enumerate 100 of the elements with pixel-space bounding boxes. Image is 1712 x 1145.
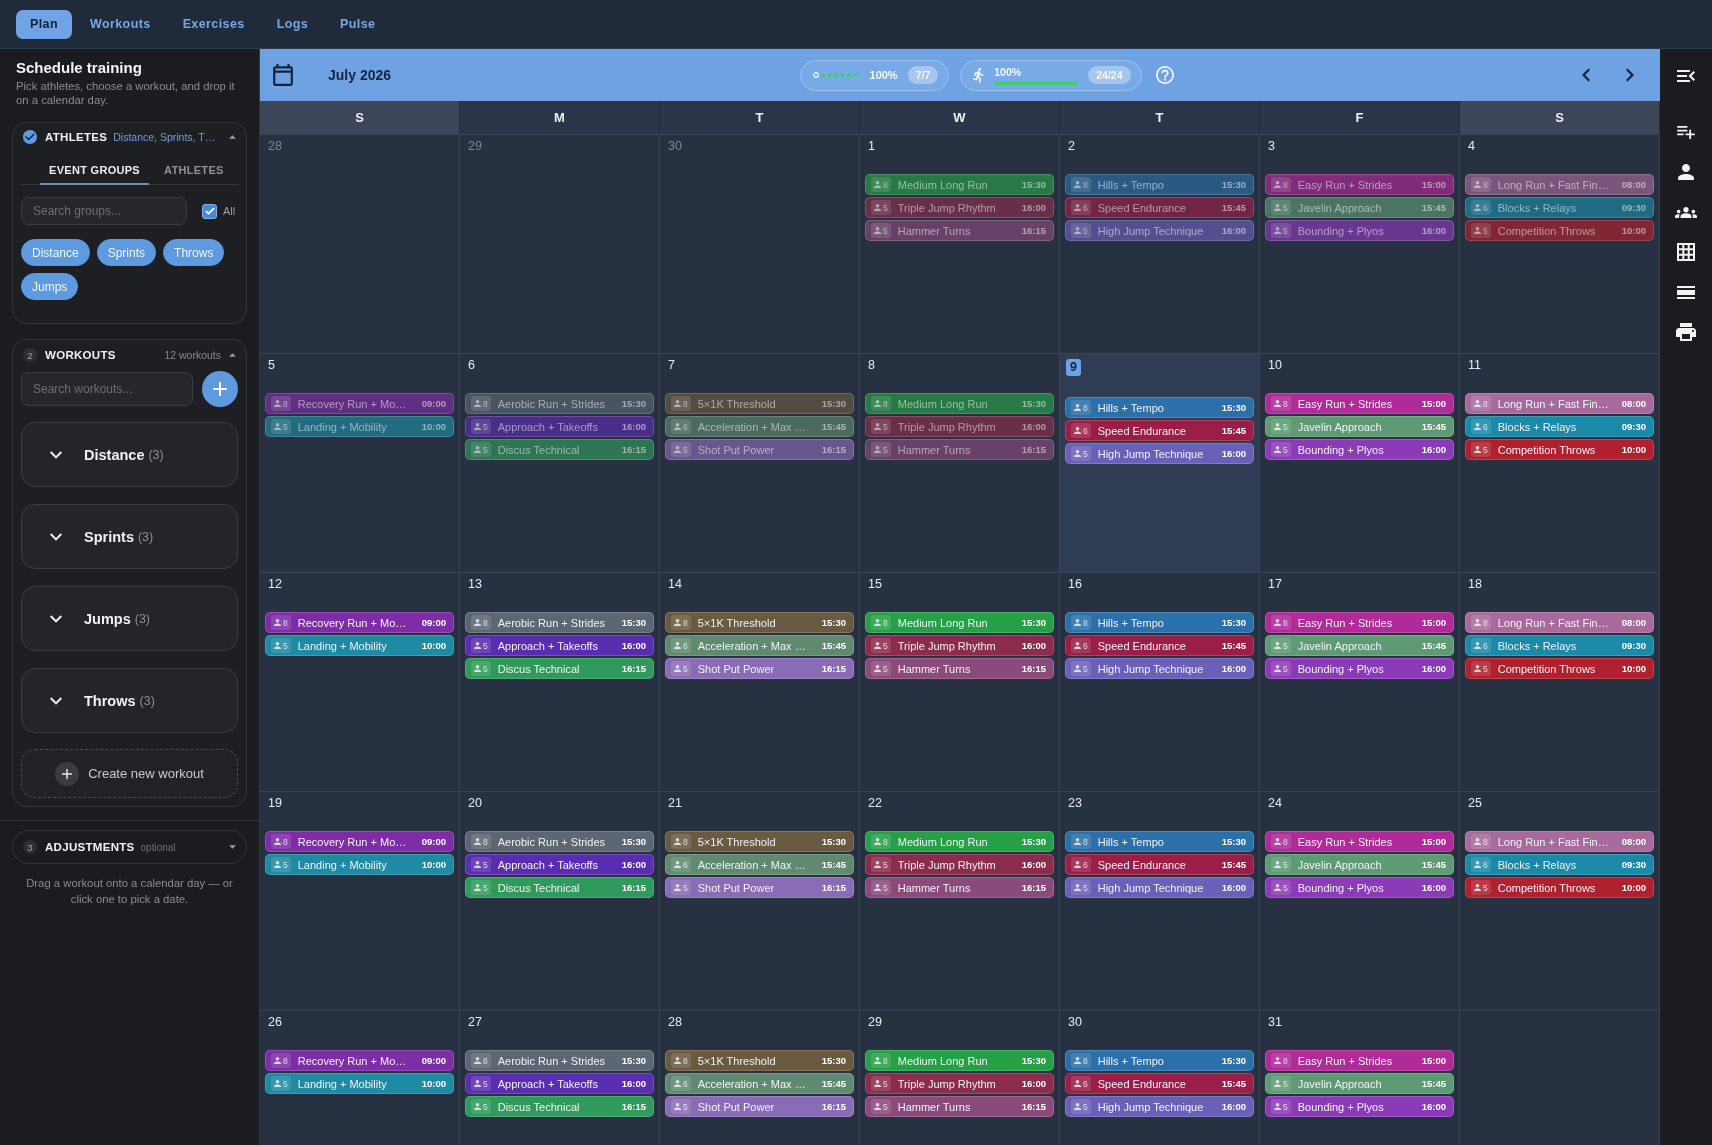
workout-category[interactable]: Sprints (3) <box>21 504 238 569</box>
workout-event[interactable]: 5 Competition Throws 10:00 <box>1465 439 1654 460</box>
workout-event[interactable]: 6 Speed Endurance 15:45 <box>1065 1073 1254 1094</box>
workout-event[interactable]: 5 High Jump Technique 16:00 <box>1065 220 1254 241</box>
workout-event[interactable]: 5 Javelin Approach 15:45 <box>1265 1073 1454 1094</box>
checkbox-label[interactable]: All <box>223 205 236 217</box>
search-field[interactable]: Search workouts... <box>21 372 193 406</box>
workout-event[interactable]: 8 Hills + Tempo 15:30 <box>1065 397 1254 418</box>
workout-event[interactable]: 6 Acceleration + Max … 15:45 <box>665 1073 854 1094</box>
workout-event[interactable]: 8 Easy Run + Strides 15:00 <box>1265 1050 1454 1071</box>
list-plus-icon[interactable] <box>1677 125 1695 139</box>
workout-event[interactable]: 5 Approach + Takeoffs 16:00 <box>465 854 654 875</box>
workout-event[interactable]: 5 Shot Put Power 16:15 <box>665 658 854 679</box>
workout-event[interactable]: 8 Easy Run + Strides 15:00 <box>1265 174 1454 195</box>
workout-event[interactable]: 8 Aerobic Run + Strides 15:30 <box>465 612 654 633</box>
workout-event[interactable]: 5 Discus Technical 16:15 <box>465 1096 654 1117</box>
workout-category[interactable]: Distance (3) <box>21 422 238 487</box>
workout-event[interactable]: 5 Bounding + Plyos 16:00 <box>1265 439 1454 460</box>
workout-event[interactable]: 8 Recovery Run + Mo… 09:00 <box>265 1050 454 1071</box>
workout-event[interactable]: 6 Acceleration + Max … 15:45 <box>665 854 854 875</box>
workout-event[interactable]: 5 Bounding + Plyos 16:00 <box>1265 658 1454 679</box>
workout-event[interactable]: 6 Acceleration + Max … 15:45 <box>665 635 854 656</box>
workout-event[interactable]: 8 Medium Long Run 15:30 <box>865 1050 1054 1071</box>
create-workout-button[interactable]: Create new workout <box>21 749 238 798</box>
workout-event[interactable]: 6 Blocks + Relays 09:30 <box>1465 416 1654 437</box>
workout-event[interactable]: 5 Competition Throws 10:00 <box>1465 220 1654 241</box>
workout-event[interactable]: 8 Long Run + Fast Fin… 08:00 <box>1465 174 1654 195</box>
caret-up-icon[interactable] <box>229 353 236 357</box>
workout-event[interactable]: 8 Medium Long Run 15:30 <box>865 831 1054 852</box>
workout-category[interactable]: Throws (3) <box>21 668 238 733</box>
workout-event[interactable]: 5 Triple Jump Rhythm 16:00 <box>865 197 1054 218</box>
workout-event[interactable]: 5 Triple Jump Rhythm 16:00 <box>865 635 1054 656</box>
group-chip[interactable]: Jumps <box>21 273 79 300</box>
workout-event[interactable]: 8 5×1K Threshold 15:30 <box>665 831 854 852</box>
nav-tab[interactable]: Logs <box>262 9 323 39</box>
workout-event[interactable]: 8 5×1K Threshold 15:30 <box>665 393 854 414</box>
group-chip[interactable]: Throws <box>163 239 225 266</box>
workout-event[interactable]: 5 Triple Jump Rhythm 16:00 <box>865 416 1054 437</box>
workout-event[interactable]: 5 Landing + Mobility 10:00 <box>265 635 454 656</box>
rows-icon[interactable] <box>1677 285 1695 299</box>
workout-event[interactable]: 8 Easy Run + Strides 15:00 <box>1265 393 1454 414</box>
group-chip[interactable]: Distance <box>21 239 90 266</box>
workout-event[interactable]: 6 Speed Endurance 15:45 <box>1065 197 1254 218</box>
workout-event[interactable]: 8 Recovery Run + Mo… 09:00 <box>265 393 454 414</box>
workout-event[interactable]: 6 Speed Endurance 15:45 <box>1065 420 1254 441</box>
sidebar-tab[interactable]: EVENT GROUPS <box>40 157 149 185</box>
sidebar-tab[interactable]: ATHLETES <box>155 157 233 185</box>
workout-event[interactable]: 6 Speed Endurance 15:45 <box>1065 635 1254 656</box>
workout-event[interactable]: 5 Approach + Takeoffs 16:00 <box>465 416 654 437</box>
chevron-right-icon[interactable] <box>1626 68 1634 82</box>
workout-event[interactable]: 5 Approach + Takeoffs 16:00 <box>465 1073 654 1094</box>
workout-event[interactable]: 5 Bounding + Plyos 16:00 <box>1265 1096 1454 1117</box>
workout-event[interactable]: 8 Easy Run + Strides 15:00 <box>1265 831 1454 852</box>
nav-tab[interactable]: Plan <box>16 9 72 39</box>
workout-event[interactable]: 5 High Jump Technique 16:00 <box>1065 443 1254 464</box>
workout-event[interactable]: 5 Bounding + Plyos 16:00 <box>1265 877 1454 898</box>
workout-event[interactable]: 5 Hammer Turns 16:15 <box>865 1096 1054 1117</box>
group-chip[interactable]: Sprints <box>96 239 157 266</box>
printer-icon[interactable] <box>1676 323 1696 341</box>
workout-event[interactable]: 8 Hills + Tempo 15:30 <box>1065 612 1254 633</box>
workout-event[interactable]: 6 Speed Endurance 15:45 <box>1065 854 1254 875</box>
workout-event[interactable]: 5 Landing + Mobility 10:00 <box>265 416 454 437</box>
workout-event[interactable]: 5 Competition Throws 10:00 <box>1465 658 1654 679</box>
workout-event[interactable]: 8 Long Run + Fast Fin… 08:00 <box>1465 612 1654 633</box>
search-field[interactable]: Search groups... <box>21 197 187 225</box>
caret-up-icon[interactable] <box>229 135 236 139</box>
caret-down-icon[interactable] <box>229 845 236 849</box>
workout-event[interactable]: 8 Long Run + Fast Fin… 08:00 <box>1465 393 1654 414</box>
workout-event[interactable]: 5 Landing + Mobility 10:00 <box>265 854 454 875</box>
workout-event[interactable]: 5 Shot Put Power 16:15 <box>665 877 854 898</box>
people-icon[interactable] <box>1675 206 1697 218</box>
workout-event[interactable]: 8 Long Run + Fast Fin… 08:00 <box>1465 831 1654 852</box>
workout-event[interactable]: 8 Hills + Tempo 15:30 <box>1065 174 1254 195</box>
add-workout-button[interactable] <box>202 371 238 407</box>
workout-event[interactable]: 8 Aerobic Run + Strides 15:30 <box>465 393 654 414</box>
workout-event[interactable]: 8 Recovery Run + Mo… 09:00 <box>265 612 454 633</box>
workout-event[interactable]: 8 Hills + Tempo 15:30 <box>1065 831 1254 852</box>
workout-event[interactable]: 8 5×1K Threshold 15:30 <box>665 612 854 633</box>
workout-event[interactable]: 8 Medium Long Run 15:30 <box>865 393 1054 414</box>
workout-event[interactable]: 5 Triple Jump Rhythm 16:00 <box>865 854 1054 875</box>
nav-tab[interactable]: Pulse <box>326 9 390 39</box>
workout-event[interactable]: 6 Blocks + Relays 09:30 <box>1465 854 1654 875</box>
workout-event[interactable]: 5 Javelin Approach 15:45 <box>1265 854 1454 875</box>
workout-event[interactable]: 6 Blocks + Relays 09:30 <box>1465 197 1654 218</box>
workout-event[interactable]: 5 Discus Technical 16:15 <box>465 439 654 460</box>
workout-event[interactable]: 8 Medium Long Run 15:30 <box>865 612 1054 633</box>
workout-event[interactable]: 5 Landing + Mobility 10:00 <box>265 1073 454 1094</box>
checkbox[interactable] <box>202 203 217 219</box>
nav-tab[interactable]: Exercises <box>168 9 259 39</box>
workout-event[interactable]: 5 Hammer Turns 16:15 <box>865 220 1054 241</box>
workout-event[interactable]: 5 Triple Jump Rhythm 16:00 <box>865 1073 1054 1094</box>
workout-event[interactable]: 5 Bounding + Plyos 16:00 <box>1265 220 1454 241</box>
workout-event[interactable]: 8 Aerobic Run + Strides 15:30 <box>465 1050 654 1071</box>
workout-event[interactable]: 5 High Jump Technique 16:00 <box>1065 1096 1254 1117</box>
workout-event[interactable]: 5 High Jump Technique 16:00 <box>1065 877 1254 898</box>
person-icon[interactable] <box>1678 164 1694 180</box>
workout-event[interactable]: 8 Easy Run + Strides 15:00 <box>1265 612 1454 633</box>
workout-category[interactable]: Jumps (3) <box>21 586 238 651</box>
workout-event[interactable]: 8 Aerobic Run + Strides 15:30 <box>465 831 654 852</box>
workout-event[interactable]: 5 Javelin Approach 15:45 <box>1265 635 1454 656</box>
